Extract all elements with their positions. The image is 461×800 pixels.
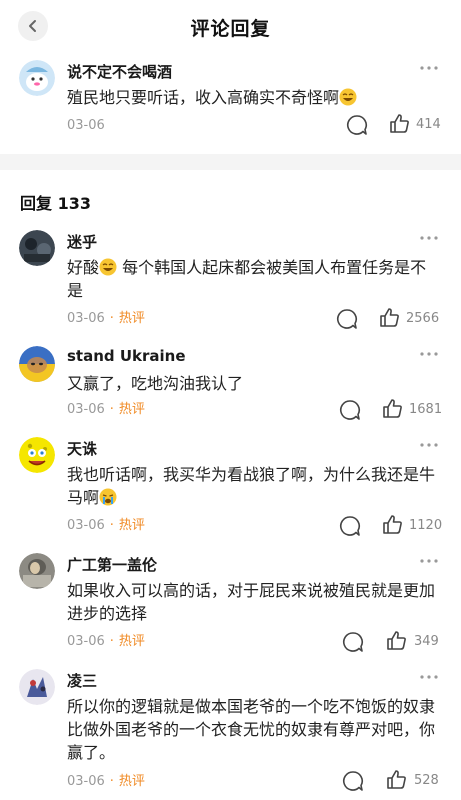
- comment-meta: 03-06 · 热评: [67, 401, 145, 419]
- comment-text: 又赢了，吃地沟油我认了: [67, 374, 244, 393]
- avatar[interactable]: [19, 437, 55, 473]
- more-icon[interactable]: [419, 557, 439, 565]
- hot-badge: 热评: [118, 634, 145, 649]
- like-button[interactable]: [382, 514, 403, 535]
- comment-meta: 03-06 · 热评: [67, 517, 145, 535]
- avatar[interactable]: [19, 669, 55, 705]
- page-title: 评论回复: [190, 18, 271, 40]
- comment-text-body: 我也听话啊，我买华为看战狼了啊，为什么我还是牛马啊: [67, 465, 436, 507]
- like-count: 414: [416, 117, 441, 132]
- avatar[interactable]: [19, 60, 55, 96]
- more-icon[interactable]: [419, 234, 439, 242]
- comment-icon: [339, 400, 361, 420]
- comment-icon: [336, 309, 358, 329]
- more-icon[interactable]: [419, 441, 439, 449]
- comment-date: 03-06: [67, 402, 105, 417]
- avatar[interactable]: [19, 553, 55, 589]
- thumbs-up-icon: [387, 631, 406, 650]
- replies-count-title: 回复 133: [20, 194, 91, 213]
- comment-text-part: 好酸: [67, 258, 100, 277]
- separator-dot: ·: [109, 311, 114, 326]
- like-count: 349: [414, 634, 439, 649]
- hot-badge: 热评: [118, 518, 145, 533]
- like-button[interactable]: [382, 398, 403, 419]
- thumbs-up-icon: [390, 114, 409, 133]
- comment-meta: 03-06 · 热评: [67, 773, 145, 791]
- comment-icon: [342, 632, 364, 652]
- more-icon[interactable]: [419, 673, 439, 681]
- comment-date: 03-06: [67, 774, 105, 789]
- comment-button[interactable]: [346, 114, 368, 136]
- avatar[interactable]: [19, 346, 55, 382]
- thumbs-up-icon: [380, 308, 399, 327]
- comment-meta: 03-06 · 热评: [67, 310, 145, 328]
- comment-button[interactable]: [342, 631, 364, 653]
- comment-icon: [339, 516, 361, 536]
- comment-button[interactable]: [342, 770, 364, 792]
- laugh-emoji: [339, 88, 357, 106]
- separator-dot: ·: [109, 774, 114, 789]
- username[interactable]: stand Ukraine: [67, 347, 186, 365]
- username[interactable]: 天诛: [67, 438, 97, 459]
- comment-text-part: 每个韩国人起床都会被美国人布置任务是不是: [67, 258, 427, 300]
- comment-text: 我也听话啊，我买华为看战狼了啊，为什么我还是牛马啊: [67, 463, 439, 509]
- comment-text: 殖民地只要听话，收入高确实不奇怪啊: [67, 86, 439, 109]
- more-icon[interactable]: [419, 64, 439, 72]
- separator-dot: ·: [109, 518, 114, 533]
- separator-dot: ·: [109, 634, 114, 649]
- comment-date: 03-06: [67, 311, 105, 326]
- like-count: 1681: [409, 402, 443, 417]
- section-divider: [0, 154, 461, 170]
- top-bar: 评论回复: [0, 0, 461, 52]
- like-count: 1120: [409, 518, 443, 533]
- comment-date: 03-06: [67, 518, 105, 533]
- comment-text: 如果收入可以高的话，对于屁民来说被殖民就是更加进步的选择: [67, 581, 436, 623]
- avatar[interactable]: [19, 230, 55, 266]
- comment-text-body: 殖民地只要听话，收入高确实不奇怪啊: [67, 88, 340, 107]
- username[interactable]: 广工第一盖伦: [67, 554, 157, 575]
- hot-badge: 热评: [118, 774, 145, 789]
- like-button[interactable]: [386, 630, 407, 651]
- hot-badge: 热评: [118, 402, 145, 417]
- comment-date: 03-06: [67, 634, 105, 649]
- laugh-emoji: [99, 258, 117, 276]
- comment-meta: 03-06 · 热评: [67, 633, 145, 651]
- thumbs-up-icon: [383, 515, 402, 534]
- like-count: 2566: [406, 311, 440, 326]
- more-icon[interactable]: [419, 350, 439, 358]
- like-button[interactable]: [389, 113, 410, 134]
- comment-button[interactable]: [336, 308, 358, 330]
- thumbs-up-icon: [383, 399, 402, 418]
- username[interactable]: 迷乎: [67, 231, 97, 252]
- hot-badge: 热评: [118, 311, 145, 326]
- comment-text: 好酸 每个韩国人起床都会被美国人布置任务是不是: [67, 256, 439, 302]
- thumbs-up-icon: [387, 770, 406, 789]
- comment-text: 所以你的逻辑就是做本国老爷的一个吃不饱饭的奴隶比做外国老爷的一个衣食无忧的奴隶有…: [67, 697, 436, 762]
- username[interactable]: 凌三: [67, 670, 97, 691]
- comment-button[interactable]: [339, 399, 361, 421]
- comment-icon: [346, 115, 368, 135]
- username[interactable]: 说不定不会喝酒: [67, 61, 172, 82]
- separator-dot: ·: [109, 402, 114, 417]
- like-count: 528: [414, 773, 439, 788]
- like-button[interactable]: [386, 769, 407, 790]
- crying-emoji: [99, 488, 117, 506]
- comment-icon: [342, 771, 364, 791]
- like-button[interactable]: [379, 307, 400, 328]
- comment-button[interactable]: [339, 515, 361, 537]
- comment-date: 03-06: [67, 118, 105, 133]
